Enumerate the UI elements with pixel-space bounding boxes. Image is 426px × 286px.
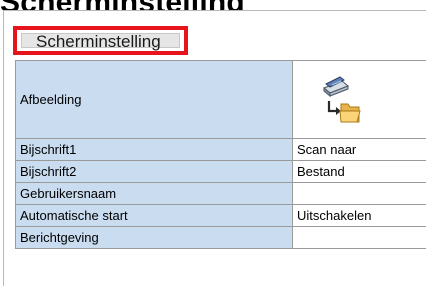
row-label: Gebruikersnaam [15, 182, 293, 205]
row-label: Berichtgeving [15, 226, 293, 249]
table-row-berichtgeving: Berichtgeving [15, 226, 426, 249]
row-value [292, 182, 426, 205]
table-row-automatische-start: Automatische start Uitschakelen [15, 204, 426, 227]
table-row-bijschrift2: Bijschrift2 Bestand [15, 160, 426, 183]
row-value-image [292, 60, 426, 139]
table-row-afbeelding: Afbeelding [15, 60, 426, 139]
row-label: Afbeelding [15, 60, 293, 139]
row-value: Uitschakelen [292, 204, 426, 227]
settings-table: Afbeelding Bijschrift1 Scan naar Bijschr… [15, 60, 426, 249]
row-value: Bestand [292, 160, 426, 183]
row-value: Scan naar [292, 138, 426, 161]
table-row-bijschrift1: Bijschrift1 Scan naar [15, 138, 426, 161]
row-label: Automatische start [15, 204, 293, 227]
row-label: Bijschrift1 [15, 138, 293, 161]
tab-highlight-box: Scherminstelling [13, 26, 188, 55]
page: Scherminstelling Scherminstelling Afbeel… [0, 0, 426, 286]
row-value [292, 226, 426, 249]
tab-scherminstelling[interactable]: Scherminstelling [21, 33, 180, 50]
scan-to-folder-icon [321, 75, 361, 127]
table-row-gebruikersnaam: Gebruikersnaam [15, 182, 426, 205]
row-label: Bijschrift2 [15, 160, 293, 183]
